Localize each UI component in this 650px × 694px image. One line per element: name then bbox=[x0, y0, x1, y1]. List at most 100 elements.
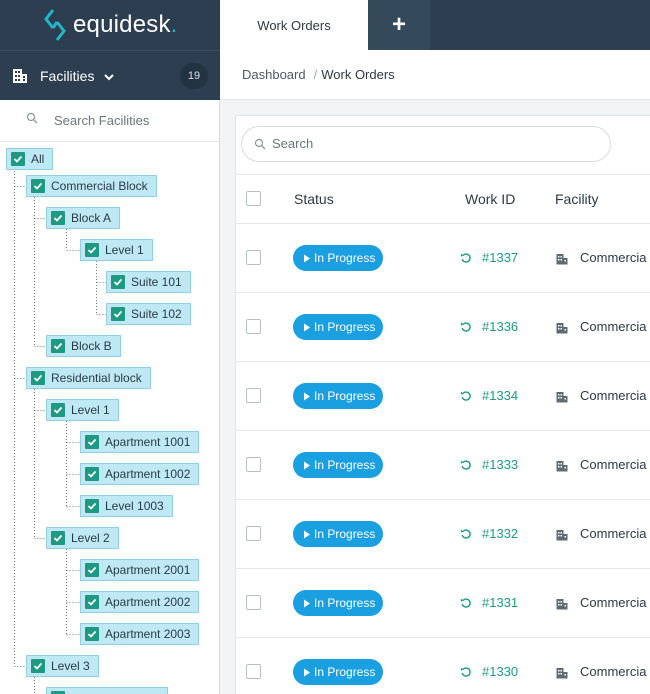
checkbox-checked[interactable] bbox=[31, 179, 45, 193]
work-id-link[interactable]: #1336 bbox=[482, 319, 518, 334]
facilities-dropdown[interactable]: Facilities 19 bbox=[0, 50, 220, 100]
search-input[interactable] bbox=[272, 136, 572, 151]
tree-item-residential-block[interactable]: Residential block bbox=[26, 367, 151, 389]
tree-item-level-1003[interactable]: Level 1003 bbox=[80, 495, 173, 517]
tree-item-apartment-2001[interactable]: Apartment 2001 bbox=[80, 559, 200, 581]
checkbox-checked[interactable] bbox=[85, 563, 99, 577]
status-badge[interactable]: In Progress bbox=[293, 314, 383, 340]
check-icon bbox=[87, 598, 97, 606]
column-header-work-id[interactable]: Work ID bbox=[465, 191, 515, 207]
checkbox-checked[interactable] bbox=[85, 435, 99, 449]
check-icon bbox=[87, 246, 97, 254]
checkbox-checked[interactable] bbox=[51, 531, 65, 545]
add-tab-button[interactable]: + bbox=[368, 0, 430, 50]
app-logo[interactable]: equidesk. bbox=[0, 0, 220, 50]
status-badge[interactable]: In Progress bbox=[293, 590, 383, 616]
checkbox-checked[interactable] bbox=[31, 371, 45, 385]
table-row[interactable]: In Progress #1330 Commercia bbox=[236, 638, 650, 694]
row-checkbox[interactable] bbox=[246, 526, 261, 541]
tree-item-apartment-1001[interactable]: Apartment 1001 bbox=[80, 431, 200, 453]
table-header: Status Work ID Facility bbox=[236, 174, 650, 224]
tree-item-level-1[interactable]: Level 1 bbox=[80, 239, 153, 261]
row-checkbox[interactable] bbox=[246, 388, 261, 403]
building-icon bbox=[556, 599, 568, 610]
row-checkbox[interactable] bbox=[246, 457, 261, 472]
row-checkbox[interactable] bbox=[246, 250, 261, 265]
building-icon bbox=[556, 323, 568, 334]
work-id-link[interactable]: #1337 bbox=[482, 250, 518, 265]
status-badge[interactable]: In Progress bbox=[293, 383, 383, 409]
status-label: In Progress bbox=[314, 251, 376, 265]
tree-item-block-a[interactable]: Block A bbox=[46, 207, 121, 229]
work-id-link[interactable]: #1334 bbox=[482, 388, 518, 403]
tree-item-apartment-2003[interactable]: Apartment 2003 bbox=[80, 623, 200, 645]
building-icon bbox=[556, 668, 568, 679]
table-row[interactable]: In Progress #1332 Commercia bbox=[236, 500, 650, 569]
checkbox-checked[interactable] bbox=[85, 243, 99, 257]
tree-item-partial[interactable] bbox=[46, 687, 168, 694]
checkbox-checked[interactable] bbox=[85, 595, 99, 609]
table-row[interactable]: In Progress #1337 Commercia bbox=[236, 224, 650, 293]
tab-work-orders[interactable]: Work Orders bbox=[220, 0, 368, 50]
checkbox-checked[interactable] bbox=[11, 152, 25, 166]
tree-item-commercial-block[interactable]: Commercial Block bbox=[26, 175, 157, 197]
table-row[interactable]: In Progress #1331 Commercia bbox=[236, 569, 650, 638]
app-name: equidesk. bbox=[73, 11, 178, 38]
status-badge[interactable]: In Progress bbox=[293, 659, 383, 685]
status-badge[interactable]: In Progress bbox=[293, 521, 383, 547]
tree-item-label: Block A bbox=[71, 211, 112, 225]
equidesk-logo-icon bbox=[44, 9, 66, 41]
tree-item-block-b[interactable]: Block B bbox=[46, 335, 121, 357]
row-checkbox[interactable] bbox=[246, 319, 261, 334]
breadcrumb-current: Work Orders bbox=[321, 67, 395, 82]
status-badge[interactable]: In Progress bbox=[293, 452, 383, 478]
column-header-facility[interactable]: Facility bbox=[555, 191, 599, 207]
work-id-link[interactable]: #1330 bbox=[482, 664, 518, 679]
work-id-link[interactable]: #1333 bbox=[482, 457, 518, 472]
tree-item-level-3[interactable]: Level 3 bbox=[26, 655, 99, 677]
facility-name: Commercia bbox=[580, 319, 647, 334]
table-row[interactable]: In Progress #1334 Commercia bbox=[236, 362, 650, 431]
work-order-search[interactable] bbox=[241, 126, 611, 162]
status-badge[interactable]: In Progress bbox=[293, 245, 383, 271]
checkbox-checked[interactable] bbox=[85, 467, 99, 481]
facility-name: Commercia bbox=[580, 457, 647, 472]
tree-item-level-1[interactable]: Level 1 bbox=[46, 399, 119, 421]
tree-item-label: Apartment 1001 bbox=[105, 435, 191, 449]
tree-item-level-2[interactable]: Level 2 bbox=[46, 527, 119, 549]
work-id-link[interactable]: #1331 bbox=[482, 595, 518, 610]
checkbox-checked[interactable] bbox=[51, 211, 65, 225]
tree-item-apartment-1002[interactable]: Apartment 1002 bbox=[80, 463, 200, 485]
check-icon bbox=[113, 278, 123, 286]
checkbox-checked[interactable] bbox=[85, 627, 99, 641]
checkbox-checked[interactable] bbox=[111, 275, 125, 289]
table-row[interactable]: In Progress #1333 Commercia bbox=[236, 431, 650, 500]
tree-item-apartment-2002[interactable]: Apartment 2002 bbox=[80, 591, 200, 613]
facility-name: Commercia bbox=[580, 664, 647, 679]
recurring-icon bbox=[460, 460, 471, 470]
row-checkbox[interactable] bbox=[246, 664, 261, 679]
tree-item-label: Level 1 bbox=[71, 403, 110, 417]
column-header-status[interactable]: Status bbox=[294, 191, 334, 207]
tree-item-all[interactable]: All bbox=[6, 148, 54, 170]
checkbox-checked[interactable] bbox=[31, 659, 45, 673]
row-checkbox[interactable] bbox=[246, 595, 261, 610]
recurring-icon bbox=[460, 253, 471, 263]
tree-item-suite-101[interactable]: Suite 101 bbox=[106, 271, 191, 293]
work-id-link[interactable]: #1332 bbox=[482, 526, 518, 541]
breadcrumb-dashboard[interactable]: Dashboard bbox=[242, 67, 306, 82]
select-all-checkbox[interactable] bbox=[246, 191, 261, 206]
facilities-sidebar: All Commercial Block Block A Level 1 Sui… bbox=[0, 100, 220, 694]
table-row[interactable]: In Progress #1336 Commercia bbox=[236, 293, 650, 362]
check-icon bbox=[87, 502, 97, 510]
tree-item-label: Suite 102 bbox=[131, 307, 182, 321]
tree-item-suite-102[interactable]: Suite 102 bbox=[106, 303, 191, 325]
check-icon bbox=[53, 534, 63, 542]
recurring-icon bbox=[460, 529, 471, 539]
checkbox-checked[interactable] bbox=[51, 339, 65, 353]
building-icon bbox=[556, 254, 568, 265]
check-icon bbox=[87, 438, 97, 446]
checkbox-checked[interactable] bbox=[111, 307, 125, 321]
checkbox-checked[interactable] bbox=[85, 499, 99, 513]
checkbox-checked[interactable] bbox=[51, 403, 65, 417]
